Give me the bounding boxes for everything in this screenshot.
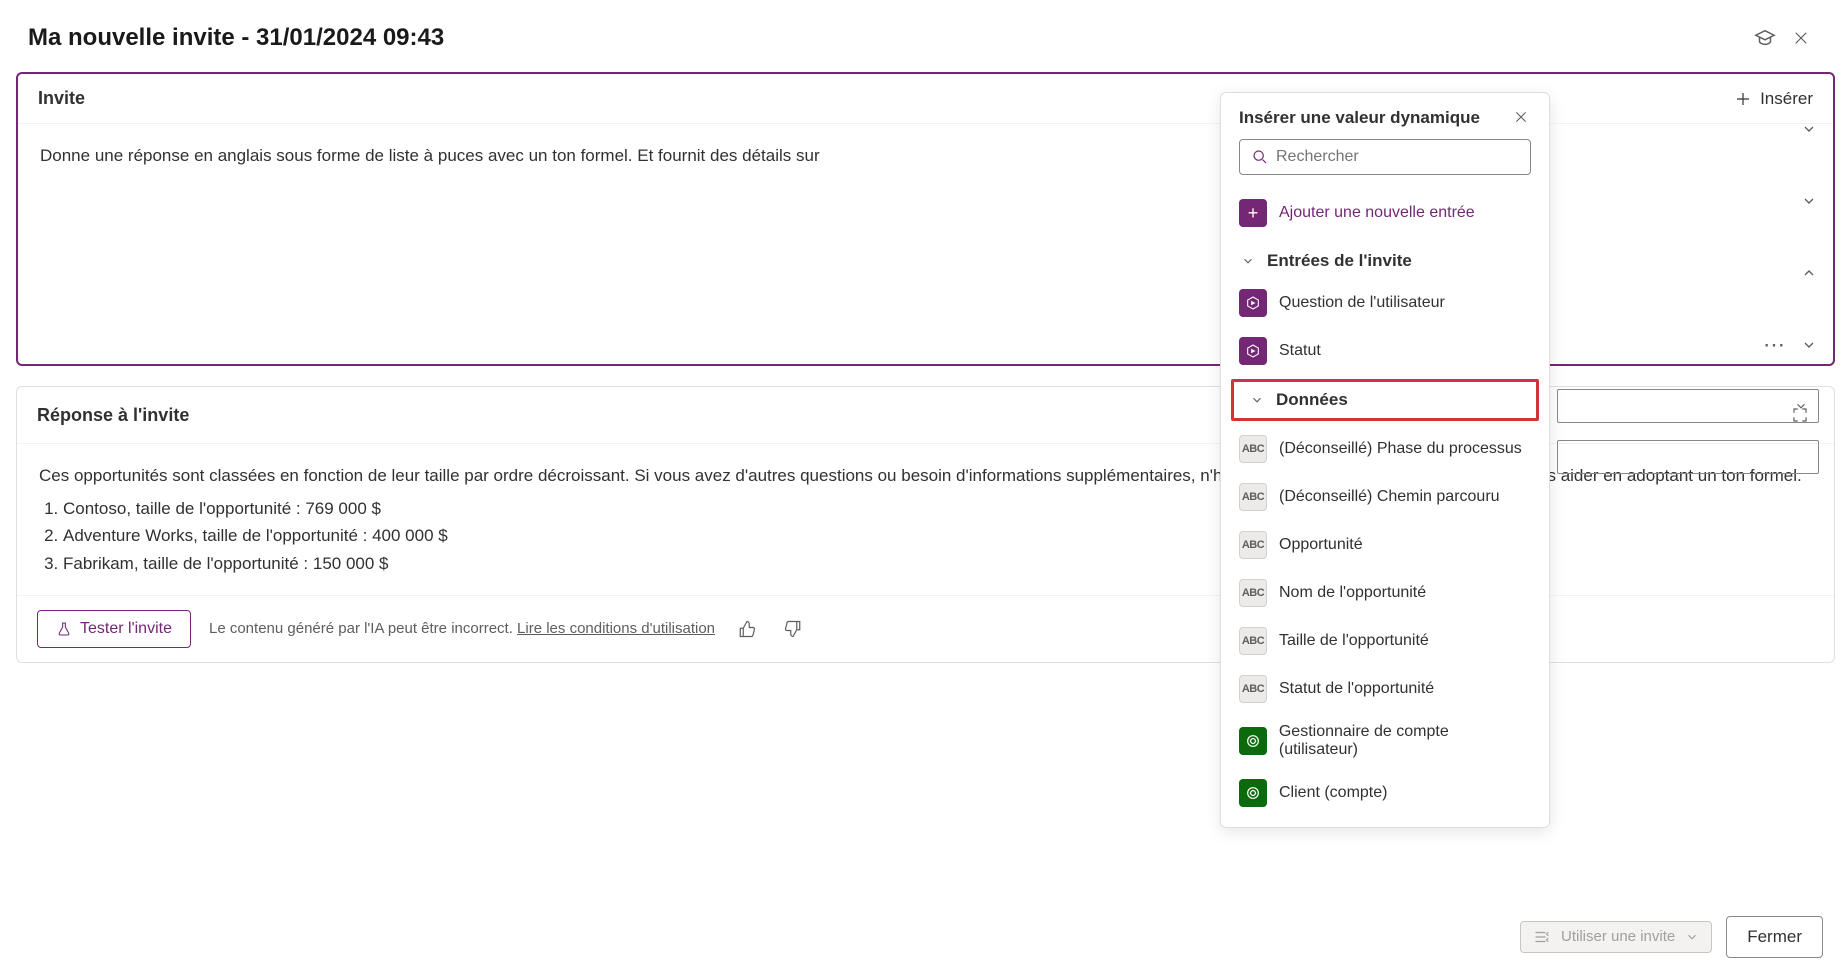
add-new-input-button[interactable]: + Ajouter une nouvelle entrée xyxy=(1221,189,1549,237)
relation-icon xyxy=(1239,779,1267,807)
panel-close-icon[interactable] xyxy=(1511,107,1531,127)
response-header: Réponse à l'invite xyxy=(37,405,189,426)
close-icon[interactable] xyxy=(1783,20,1819,56)
field-icon: ABC xyxy=(1239,675,1267,703)
search-input[interactable] xyxy=(1239,139,1531,175)
field-icon: ABC xyxy=(1239,483,1267,511)
chevron-down-icon[interactable] xyxy=(1801,193,1817,209)
relation-icon xyxy=(1239,727,1267,755)
chevron-up-icon[interactable] xyxy=(1801,265,1817,281)
data-item[interactable]: ABC (Déconseillé) Chemin parcouru xyxy=(1221,473,1549,521)
data-item[interactable]: Gestionnaire de compte (utilisateur) xyxy=(1221,713,1549,769)
flask-icon xyxy=(56,621,72,637)
thumbs-down-icon[interactable] xyxy=(779,615,807,643)
data-item[interactable]: ABC Statut de l'opportunité xyxy=(1221,665,1549,713)
input-item-user-question[interactable]: Question de l'utilisateur xyxy=(1221,279,1549,327)
page-title: Ma nouvelle invite - 31/01/2024 09:43 xyxy=(28,24,444,52)
terms-link[interactable]: Lire les conditions d'utilisation xyxy=(517,620,715,637)
field-icon: ABC xyxy=(1239,435,1267,463)
input-item-status[interactable]: Statut xyxy=(1221,327,1549,375)
field-icon: ABC xyxy=(1239,531,1267,559)
learn-icon[interactable] xyxy=(1747,20,1783,56)
data-item[interactable]: ABC (Déconseillé) Phase du processus xyxy=(1221,425,1549,473)
search-field[interactable] xyxy=(1276,148,1518,166)
chevron-down-icon xyxy=(1239,252,1257,270)
hexagon-icon xyxy=(1239,337,1267,365)
data-item[interactable]: ABC Opportunité xyxy=(1221,521,1549,569)
hexagon-icon xyxy=(1239,289,1267,317)
chevron-down-icon xyxy=(1685,930,1699,944)
test-prompt-button[interactable]: Tester l'invite xyxy=(37,610,191,648)
field-icon: ABC xyxy=(1239,627,1267,655)
more-icon: ⋯ xyxy=(1763,332,1787,358)
properties-strip: ⋯ xyxy=(1557,92,1847,490)
property-dropdown[interactable] xyxy=(1557,389,1819,423)
disclaimer: Le contenu généré par l'IA peut être inc… xyxy=(209,620,715,637)
panel-title: Insérer une valeur dynamique xyxy=(1239,107,1480,129)
more-options[interactable]: ⋯ xyxy=(1763,332,1817,358)
plus-square-icon: + xyxy=(1239,199,1267,227)
thumbs-up-icon[interactable] xyxy=(733,615,761,643)
close-dialog-button[interactable]: Fermer xyxy=(1726,916,1823,958)
property-textbox[interactable] xyxy=(1557,440,1819,474)
dynamic-value-panel: Insérer une valeur dynamique + Ajouter u… xyxy=(1220,92,1550,828)
data-section-header[interactable]: Données xyxy=(1231,379,1539,421)
add-new-input-label: Ajouter une nouvelle entrée xyxy=(1279,204,1475,222)
prompt-text: Donne une réponse en anglais sous forme … xyxy=(40,146,820,165)
prompt-header: Invite xyxy=(38,88,85,109)
chevron-down-icon xyxy=(1801,337,1817,353)
search-icon xyxy=(1252,149,1268,165)
chevron-down-icon[interactable] xyxy=(1801,121,1817,137)
use-prompt-button: Utiliser une invite xyxy=(1520,921,1712,953)
data-item[interactable]: ABC Taille de l'opportunité xyxy=(1221,617,1549,665)
inputs-section-header[interactable]: Entrées de l'invite xyxy=(1221,237,1549,279)
data-item[interactable]: Client (compte) xyxy=(1221,769,1549,817)
list-icon xyxy=(1533,928,1551,946)
chevron-down-icon xyxy=(1794,399,1808,413)
chevron-down-icon xyxy=(1248,391,1266,409)
test-label: Tester l'invite xyxy=(80,620,172,638)
field-icon: ABC xyxy=(1239,579,1267,607)
data-item[interactable]: ABC Nom de l'opportunité xyxy=(1221,569,1549,617)
